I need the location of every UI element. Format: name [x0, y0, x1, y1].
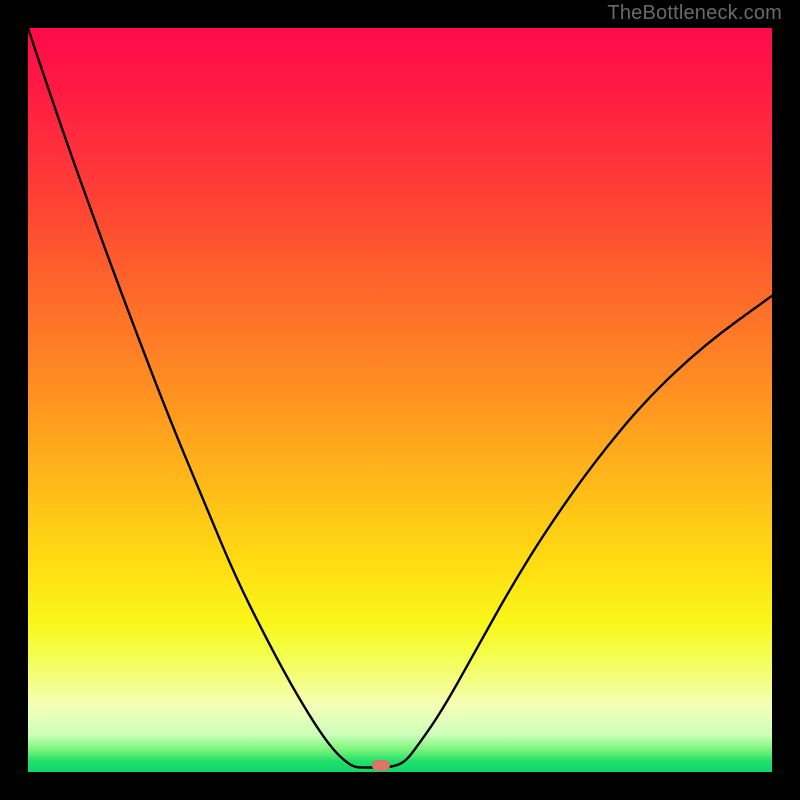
- optimal-marker: [372, 760, 390, 771]
- bottleneck-curve: [28, 28, 772, 768]
- curve-svg: [28, 28, 772, 772]
- plot-area: [28, 28, 772, 772]
- chart-frame: TheBottleneck.com: [0, 0, 800, 800]
- watermark-text: TheBottleneck.com: [607, 2, 782, 25]
